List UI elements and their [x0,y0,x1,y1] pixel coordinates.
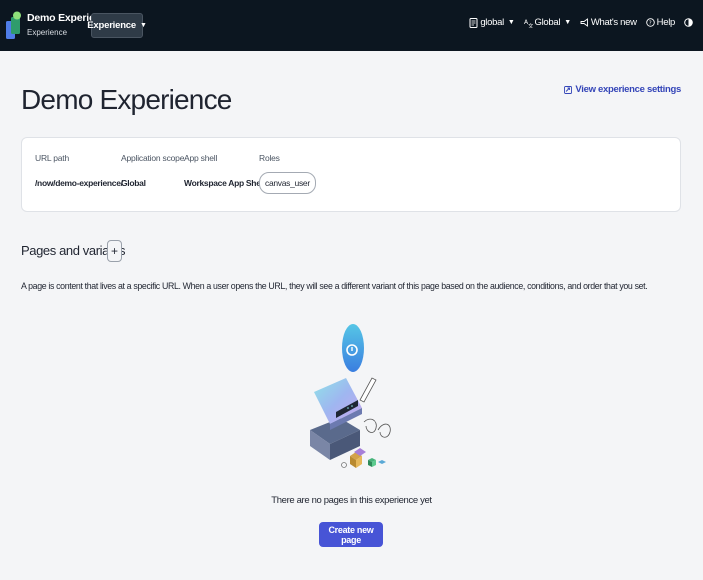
url-path-column: URL path /now/demo-experience/ [35,153,123,188]
role-pill: canvas_user [259,172,316,194]
experience-menu-label: Experience [87,20,136,31]
scope-selector[interactable]: global ▼ [469,17,515,28]
view-experience-settings-link[interactable]: View experience settings [564,84,681,95]
document-icon [469,17,478,28]
pages-description: A page is content that lives at a specif… [21,281,648,291]
help-label: Help [656,17,676,28]
chevron-down-icon: ▼ [507,19,515,26]
chevron-down-icon: ▼ [564,19,571,26]
application-scope-column: Application scope Global [121,153,184,188]
experience-menu-button[interactable]: Experience ▼ [87,13,147,38]
svg-text:文: 文 [528,22,533,28]
app-shell-column: App shell Workspace App Shell [184,153,265,188]
add-page-button[interactable]: + [107,240,122,262]
top-navigation-bar: Demo Experience Experience Experience ▼ … [0,0,703,51]
roles-label: Roles [259,153,280,163]
application-scope-value: Global [121,178,146,188]
top-right-actions: global ▼ A 文 Global ▼ What's new ? Help [469,17,693,28]
theme-toggle-button[interactable] [684,18,693,27]
create-new-page-button[interactable]: Create new page [319,522,383,547]
scope-label: global [480,17,504,28]
empty-state-illustration [310,324,391,468]
application-scope-label: Application scope [121,153,185,163]
app-shell-value: Workspace App Shell [184,178,265,188]
roles-column: Roles canvas_user [259,153,316,194]
svg-text:?: ? [648,21,651,27]
page-title: Demo Experience [21,84,232,115]
contrast-icon [684,18,693,27]
url-path-label: URL path [35,153,69,163]
whats-new-label: What's new [590,17,637,28]
whats-new-button[interactable]: What's new [580,17,637,28]
experience-info-card: URL path /now/demo-experience/ Applicati… [21,137,681,212]
help-icon: ? [645,18,655,27]
app-shell-label: App shell [184,153,218,163]
chevron-down-icon: ▼ [139,22,147,29]
url-path-value: /now/demo-experience/ [35,178,123,188]
external-settings-icon [564,85,573,94]
language-selector[interactable]: A 文 Global ▼ [524,17,572,28]
megaphone-icon [580,18,588,27]
help-button[interactable]: ? Help [645,17,676,28]
app-logo-icon [6,11,21,39]
settings-link-label: View experience settings [575,84,681,95]
empty-state-text: There are no pages in this experience ye… [271,495,432,506]
language-label: Global [534,17,561,28]
translate-icon: A 文 [524,19,533,28]
